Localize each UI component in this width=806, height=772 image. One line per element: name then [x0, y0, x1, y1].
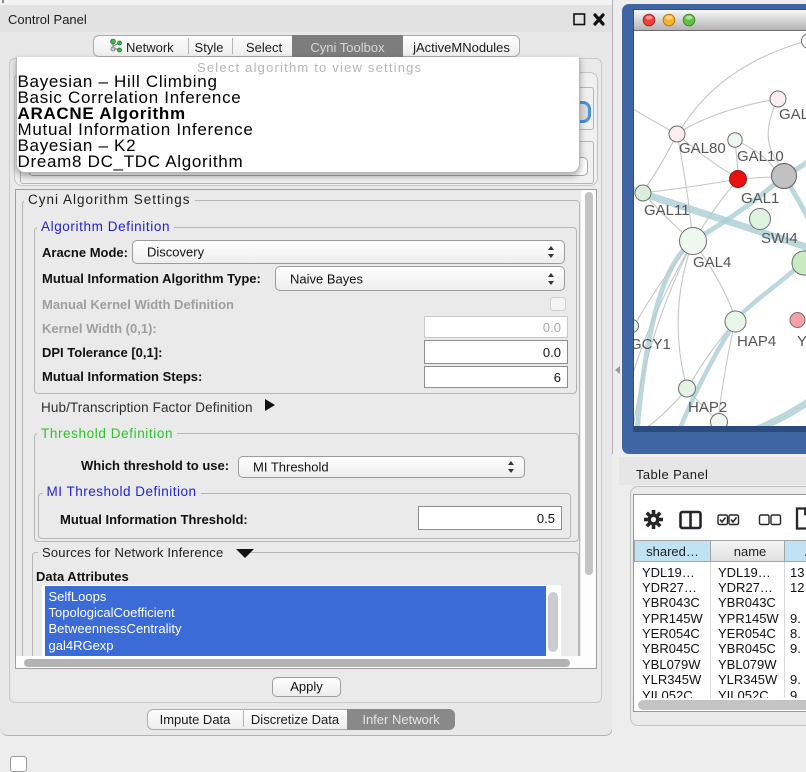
svg-text:HAP2: HAP2: [688, 399, 727, 416]
svg-text:HAP4: HAP4: [737, 333, 776, 350]
svg-text:GAL11: GAL11: [644, 202, 690, 219]
svg-text:Y: Y: [797, 333, 806, 350]
svg-text:GCY1: GCY1: [634, 336, 671, 353]
svg-text:GAL4: GAL4: [693, 254, 731, 271]
svg-text:GAL1: GAL1: [741, 190, 779, 207]
svg-text:GAL7: GAL7: [779, 106, 806, 123]
svg-text:GAL10: GAL10: [737, 148, 784, 165]
svg-text:GAL80: GAL80: [679, 140, 726, 157]
svg-text:SWI4: SWI4: [761, 230, 798, 247]
